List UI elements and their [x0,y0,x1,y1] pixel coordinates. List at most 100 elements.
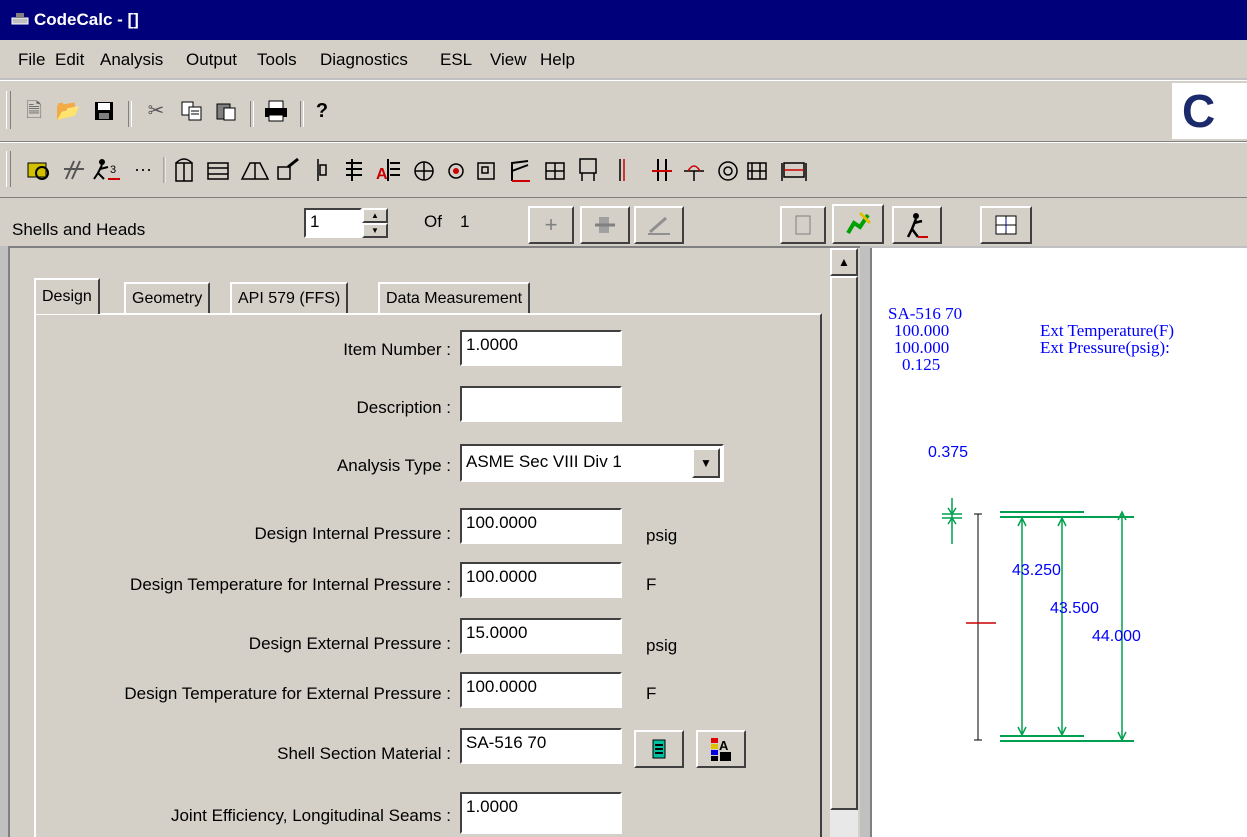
saddle-icon [511,160,530,182]
tab-design-label: Design [42,288,92,305]
shell-material-label: Shell Section Material : [277,744,451,763]
menu-edit[interactable]: Edit [55,50,84,70]
shell-dimension-drawing [942,498,1134,742]
menu-file[interactable]: File [18,50,45,70]
insert-icon [595,217,615,233]
material-database-button[interactable]: A [696,730,746,768]
material-database-icon: A [711,738,731,761]
app-icon [11,13,29,25]
spin-down-button[interactable]: ▼ [362,223,388,238]
item-number-field[interactable]: 1.0000 [460,330,622,366]
list-icon [652,739,666,759]
scroll-up-button[interactable]: ▲ [830,248,858,276]
eraser-icon [648,216,670,235]
internal-pressure-unit: psig [646,526,678,545]
dimension-44-000: 44.000 [1092,628,1141,645]
vertical-scrollbar[interactable]: ▲ [830,248,858,837]
shell-material-field[interactable]: SA-516 70 [460,728,622,764]
run-icon [906,213,928,238]
tab-data-measurement[interactable]: Data Measurement [378,282,531,314]
svg-text:3: 3 [110,164,116,176]
menu-view[interactable]: View [490,50,527,70]
menu-esl[interactable]: ESL [440,50,472,70]
menu-output[interactable]: Output [186,50,237,70]
design-external-pressure-field[interactable]: 15.0000 [460,618,622,654]
cut-icon[interactable]: ✂ [144,99,168,123]
pipe-icon [414,161,434,181]
logo-letter: C [1182,85,1216,137]
paste-icon[interactable] [214,99,238,123]
tab-api579[interactable]: API 579 (FFS) [230,282,349,314]
item-spinner[interactable]: 1 [304,208,362,238]
ext-pressure-label: Ext Pressure(psig): [1040,338,1170,357]
run-analysis-button[interactable] [892,206,942,244]
copy-icon[interactable] [180,99,204,123]
nozzle-icon [277,157,299,180]
design-temp-external-field[interactable]: 100.0000 [460,672,622,708]
find-icon [27,162,49,180]
plot-button[interactable] [832,204,884,244]
lug-icon [545,162,565,180]
analysis-type-label: Analysis Type : [336,456,451,475]
tab-api579-label: API 579 (FFS) [238,290,341,307]
joint-efficiency-label: Joint Efficiency, Longitudinal Seams : [170,806,451,825]
ext-temperature-label: Ext Temperature(F) [1040,321,1174,340]
description-label: Description : [356,398,451,417]
title-bar: CodeCalc - [] [0,0,1247,40]
svg-text:A: A [719,738,729,753]
help-icon[interactable]: ? [310,99,334,123]
drawing-value-1: 100.000 [894,321,950,340]
menu-analysis[interactable]: Analysis [100,50,163,70]
chevron-down-icon[interactable]: ▼ [692,448,720,478]
head-icon [207,162,229,180]
joint-efficiency-field[interactable]: 1.0000 [460,792,622,834]
shell-icon [175,158,193,182]
design-temp-internal-field[interactable]: 100.0000 [460,562,622,598]
notes-button[interactable] [780,206,826,244]
component-icons-strip: 3 ··· A [27,157,807,183]
analysis-type-select[interactable]: ASME Sec VIII Div 1 ▼ [460,444,724,482]
delete-item-button[interactable] [634,206,684,244]
window-title: CodeCalc - [] [34,10,139,29]
toolbar-separator [128,101,132,127]
tab-design[interactable]: Design [34,278,100,314]
insert-item-button[interactable] [580,206,630,244]
description-field[interactable] [460,386,622,422]
material-list-button[interactable] [634,730,684,768]
ring-icon [684,165,704,181]
design-internal-pressure-field[interactable]: 100.0000 [460,508,622,544]
total-items: 1 [460,212,470,231]
open-icon[interactable]: 📂 [56,99,81,123]
toolbar-grip[interactable] [6,151,11,187]
toolbar-grip[interactable] [6,91,11,129]
temp-external-unit: F [646,684,657,703]
overall-dimension-line [974,513,982,741]
new-icon[interactable]: 🗎 [22,99,46,123]
diameter-dimensions [1000,510,1134,742]
codecalc-logo: C [1172,83,1247,139]
toolbar-separator [250,101,254,127]
square-icon [477,162,495,180]
menu-tools[interactable]: Tools [257,50,297,70]
add-item-button[interactable]: + [528,206,574,244]
save-icon[interactable] [92,99,116,123]
scroll-thumb[interactable] [830,276,858,810]
add-symbol: + [544,212,558,237]
tab-data-measurement-label: Data Measurement [386,290,523,307]
tab-geometry[interactable]: Geometry [124,282,211,314]
walker-icon: 3 [93,159,120,180]
thickness-dimension: 0.375 [928,444,969,461]
print-icon[interactable] [264,99,288,123]
thickness-marker [942,498,962,544]
expansion-icon [747,162,767,180]
flange-icon [317,159,327,181]
standard-toolbar: 🗎 📂 ✂ ? C [0,80,1247,142]
layout-button[interactable] [980,206,1032,244]
components-toolbar: 3 ··· A [0,142,1247,198]
menu-diagnostics[interactable]: Diagnostics [320,50,408,70]
leg-icon [579,158,597,181]
spin-up-button[interactable]: ▲ [362,208,388,223]
menu-help[interactable]: Help [540,50,575,70]
target-icon [718,161,738,181]
line-icon [619,159,625,181]
